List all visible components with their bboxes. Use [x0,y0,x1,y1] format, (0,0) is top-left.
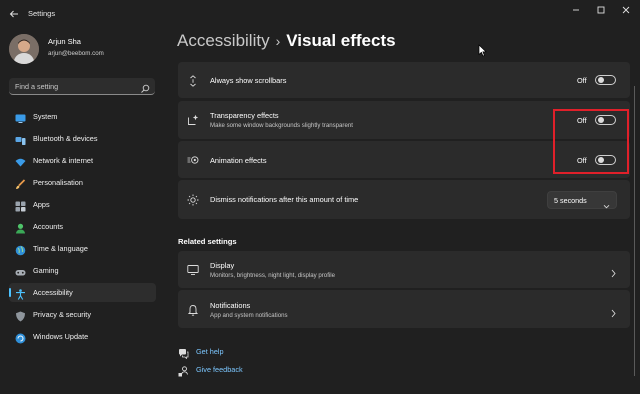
sidebar-item-bluetooth[interactable]: Bluetooth & devices [9,129,156,148]
sidebar-item-accessibility[interactable]: Accessibility [9,283,156,302]
back-arrow-icon[interactable] [8,7,20,19]
sidebar-item-label: Accounts [33,222,64,231]
sidebar-item-label: Privacy & security [33,310,91,319]
sidebar-item-apps[interactable]: Apps [9,195,156,214]
display-icon [187,263,199,275]
update-icon [15,331,26,344]
search-input[interactable]: Find a setting [15,82,58,91]
setting-title: Dismiss notifications after this amount … [210,195,359,204]
setting-title: Animation effects [210,156,267,165]
sidebar-item-label: Apps [33,200,50,209]
apps-icon [15,199,26,212]
chevron-down-icon [603,197,610,215]
close-button[interactable] [616,3,636,17]
sidebar-item-system[interactable]: System [9,107,156,126]
title-bar: Settings [0,0,640,26]
related-title: Notifications [210,301,251,310]
setting-title: Always show scrollbars [210,76,287,85]
feedback-icon [178,364,189,377]
sidebar-item-gaming[interactable]: Gaming [9,261,156,280]
shield-icon [15,309,26,322]
sidebar-item-label: Personalisation [33,178,83,187]
user-name: Arjun Sha [48,37,81,46]
toggle-state-label: Off [577,76,587,85]
wifi-icon [15,155,26,167]
sidebar-item-label: Accessibility [33,288,73,297]
dropdown-value: 5 seconds [554,196,587,205]
chevron-right-icon [610,305,617,323]
scrollbar[interactable] [633,26,636,386]
avatar[interactable] [9,34,39,64]
globe-clock-icon [15,243,26,256]
related-subtitle: App and system notifications [210,312,288,319]
help-chat-icon [178,346,189,360]
breadcrumb-separator: › [275,33,281,49]
setting-title: Transparency effects [210,111,279,120]
sidebar-item-accounts[interactable]: Accounts [9,217,156,236]
sidebar-item-network[interactable]: Network & internet [9,151,156,170]
monitor-icon [15,111,26,123]
brush-icon [15,177,26,189]
window-title: Settings [28,9,56,18]
setting-card-notification-timeout: Dismiss notifications after this amount … [178,180,630,219]
sidebar-item-time-language[interactable]: Time & language [9,239,156,258]
sidebar-item-label: Windows Update [33,332,89,341]
sidebar-item-label: System [33,112,58,121]
sidebar-item-label: Gaming [33,266,59,275]
sidebar-item-windows-update[interactable]: Windows Update [9,327,156,346]
search-icon [140,81,150,93]
chevron-right-icon [610,265,617,283]
give-feedback-text[interactable]: Give feedback [196,365,243,374]
sidebar-item-personalisation[interactable]: Personalisation [9,173,156,192]
sidebar-item-label: Network & internet [33,156,94,165]
highlight-box [553,109,629,174]
active-indicator [9,288,11,297]
page-title: Visual effects [286,31,396,50]
sidebar-item-privacy[interactable]: Privacy & security [9,305,156,324]
get-help-text[interactable]: Get help [196,347,224,356]
related-display-card[interactable]: Display Monitors, brightness, night ligh… [178,251,630,288]
related-notifications-card[interactable]: Notifications App and system notificatio… [178,290,630,328]
person-icon [15,221,26,234]
minimize-button[interactable] [566,3,586,17]
breadcrumb-parent[interactable]: Accessibility [177,31,270,50]
sidebar-item-label: Bluetooth & devices [33,134,98,143]
scrollbar-arrows-icon [187,74,199,87]
search-box[interactable]: Find a setting [9,78,155,95]
bell-icon [187,303,199,316]
setting-subtitle: Make some window backgrounds slightly tr… [210,122,353,129]
notification-timeout-dropdown[interactable]: 5 seconds [547,191,617,209]
setting-card-scrollbars: Always show scrollbars Off [178,62,630,98]
sun-icon [187,193,199,206]
related-settings-heading: Related settings [178,237,237,246]
related-title: Display [210,261,235,270]
user-email: arjun@beebom.com [48,50,104,57]
gamepad-icon [15,265,26,276]
breadcrumb: Accessibility › Visual effects [177,31,396,51]
mouse-cursor-icon [478,44,487,62]
bluetooth-icon [15,133,26,145]
animation-icon [187,153,199,165]
accessibility-icon [15,287,26,300]
maximize-button[interactable] [591,3,611,17]
sidebar-item-label: Time & language [33,244,88,253]
related-subtitle: Monitors, brightness, night light, displ… [210,272,335,279]
toggle-knob [598,77,604,83]
sparkle-icon [187,113,199,125]
scrollbars-toggle[interactable] [595,75,616,85]
